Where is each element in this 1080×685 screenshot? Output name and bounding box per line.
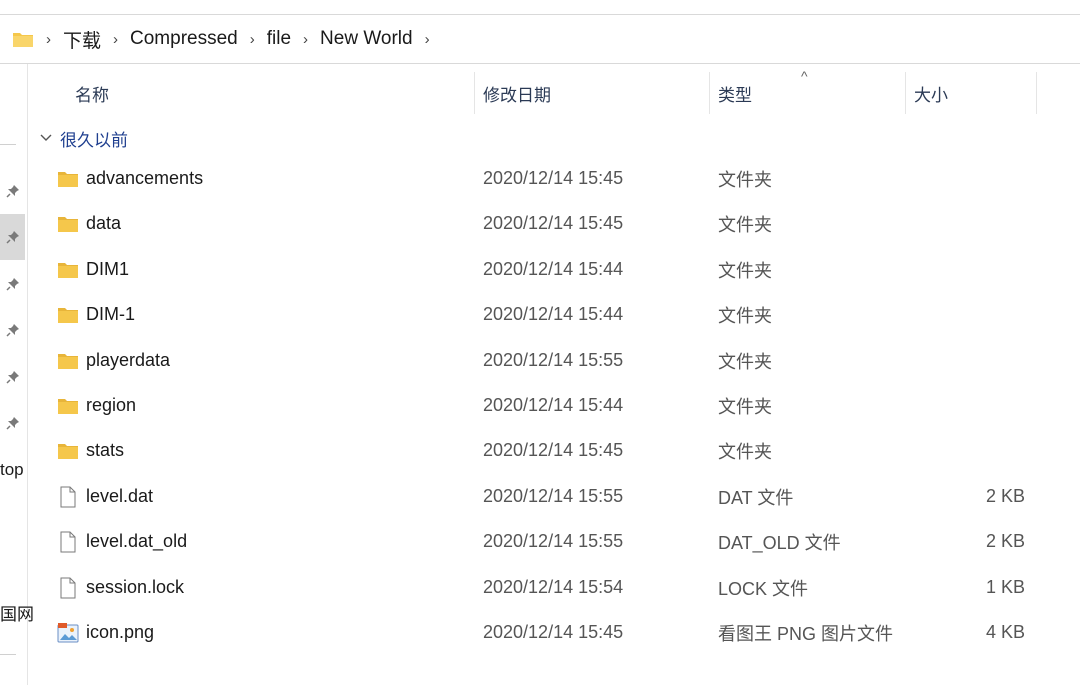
column-header-name[interactable]: 名称 — [75, 72, 109, 114]
column-divider[interactable] — [1036, 72, 1037, 114]
file-name[interactable]: level.dat — [86, 474, 153, 519]
folder-icon — [56, 247, 80, 292]
column-header-date[interactable]: 修改日期 — [483, 72, 551, 114]
folder-icon — [12, 30, 34, 48]
folder-icon — [56, 292, 80, 337]
folder-icon — [56, 428, 80, 473]
file-row[interactable]: level.dat 2020/12/14 15:55 DAT 文件 2 KB — [40, 474, 1040, 519]
file-modified-date: 2020/12/14 15:44 — [483, 259, 624, 279]
breadcrumb-item[interactable]: 下载 — [57, 26, 107, 53]
file-size: 4 KB — [985, 622, 1025, 642]
chevron-right-icon[interactable]: › — [297, 31, 314, 48]
file-modified-date: 2020/12/14 15:45 — [483, 622, 624, 642]
file-row[interactable]: session.lock 2020/12/14 15:54 LOCK 文件 1 KB — [40, 565, 1040, 610]
breadcrumb-item[interactable]: file — [261, 28, 297, 50]
divider — [0, 144, 16, 145]
file-size: 1 KB — [985, 577, 1025, 597]
file-type: 文件夹 — [718, 260, 772, 281]
file-icon — [56, 474, 80, 519]
file-type: 文件夹 — [718, 305, 772, 326]
chevron-right-icon[interactable]: › — [244, 31, 261, 48]
group-label: 很久以前 — [60, 130, 128, 150]
file-size: 2 KB — [985, 486, 1025, 506]
nav-item-label[interactable]: top — [0, 460, 24, 480]
pin-icon[interactable] — [5, 276, 21, 292]
file-name[interactable]: session.lock — [86, 565, 184, 610]
file-name[interactable]: region — [86, 383, 136, 428]
file-modified-date: 2020/12/14 15:55 — [483, 531, 624, 551]
column-divider[interactable] — [474, 72, 475, 114]
chevron-right-icon[interactable]: › — [419, 31, 436, 48]
file-name[interactable]: data — [86, 201, 121, 246]
nav-item-label[interactable]: 国网 — [0, 600, 34, 625]
image-file-icon — [56, 610, 80, 655]
file-modified-date: 2020/12/14 15:45 — [483, 440, 624, 460]
file-modified-date: 2020/12/14 15:45 — [483, 213, 624, 233]
file-name[interactable]: level.dat_old — [86, 519, 187, 564]
column-divider[interactable] — [709, 72, 710, 114]
file-type: 文件夹 — [718, 169, 772, 190]
chevron-down-icon[interactable] — [40, 134, 52, 142]
file-size: 2 KB — [985, 531, 1025, 551]
navigation-pane: top 国网 — [0, 64, 34, 685]
folder-icon — [56, 156, 80, 201]
file-modified-date: 2020/12/14 15:44 — [483, 395, 624, 415]
file-row[interactable]: advancements 2020/12/14 15:45 文件夹 — [40, 156, 1040, 201]
file-icon — [56, 565, 80, 610]
folder-icon — [56, 338, 80, 383]
file-modified-date: 2020/12/14 15:44 — [483, 304, 624, 324]
group-header[interactable]: 很久以前 — [40, 124, 128, 152]
file-type: LOCK 文件 — [718, 578, 809, 599]
file-row[interactable]: DIM1 2020/12/14 15:44 文件夹 — [40, 247, 1040, 292]
file-name[interactable]: DIM1 — [86, 247, 129, 292]
folder-icon — [56, 201, 80, 246]
divider — [0, 654, 16, 655]
file-row[interactable]: playerdata 2020/12/14 15:55 文件夹 — [40, 338, 1040, 383]
file-type: 文件夹 — [718, 351, 772, 372]
file-modified-date: 2020/12/14 15:55 — [483, 350, 624, 370]
file-type: 文件夹 — [718, 214, 772, 235]
column-header-size[interactable]: 大小 — [914, 72, 948, 114]
pin-icon[interactable] — [5, 415, 21, 431]
file-modified-date: 2020/12/14 15:45 — [483, 168, 624, 188]
file-row[interactable]: DIM-1 2020/12/14 15:44 文件夹 — [40, 292, 1040, 337]
file-type: 文件夹 — [718, 396, 772, 417]
file-row[interactable]: stats 2020/12/14 15:45 文件夹 — [40, 428, 1040, 473]
pin-icon[interactable] — [5, 322, 21, 338]
file-modified-date: 2020/12/14 15:55 — [483, 486, 624, 506]
chevron-right-icon[interactable]: › — [40, 31, 57, 48]
file-row[interactable]: level.dat_old 2020/12/14 15:55 DAT_OLD 文件 2… — [40, 519, 1040, 564]
file-row[interactable]: icon.png 2020/12/14 15:45 看图王 PNG 图片文件 4 KB — [40, 610, 1040, 655]
breadcrumb-item[interactable]: Compressed — [124, 28, 244, 50]
pin-icon[interactable] — [5, 183, 21, 199]
chevron-right-icon[interactable]: › — [107, 31, 124, 48]
breadcrumb-item[interactable]: New World — [314, 28, 419, 50]
file-icon — [56, 519, 80, 564]
pin-icon[interactable] — [0, 214, 25, 260]
address-bar[interactable]: › 下载 › Compressed › file › New World › — [0, 14, 1080, 64]
file-name[interactable]: DIM-1 — [86, 292, 135, 337]
file-type: DAT_OLD 文件 — [718, 532, 841, 553]
file-name[interactable]: advancements — [86, 156, 203, 201]
file-row[interactable]: region 2020/12/14 15:44 文件夹 — [40, 383, 1040, 428]
pin-icon[interactable] — [5, 369, 21, 385]
column-divider[interactable] — [905, 72, 906, 114]
file-name[interactable]: stats — [86, 428, 124, 473]
file-type: 看图王 PNG 图片文件 — [718, 623, 894, 644]
file-type: DAT 文件 — [718, 487, 794, 508]
file-name[interactable]: icon.png — [86, 610, 154, 655]
file-modified-date: 2020/12/14 15:54 — [483, 577, 624, 597]
folder-icon — [56, 383, 80, 428]
column-header-type[interactable]: 类型 — [718, 72, 752, 114]
file-type: 文件夹 — [718, 441, 772, 462]
file-row[interactable]: data 2020/12/14 15:45 文件夹 — [40, 201, 1040, 246]
sort-up-icon: ^ — [801, 68, 808, 84]
file-name[interactable]: playerdata — [86, 338, 170, 383]
